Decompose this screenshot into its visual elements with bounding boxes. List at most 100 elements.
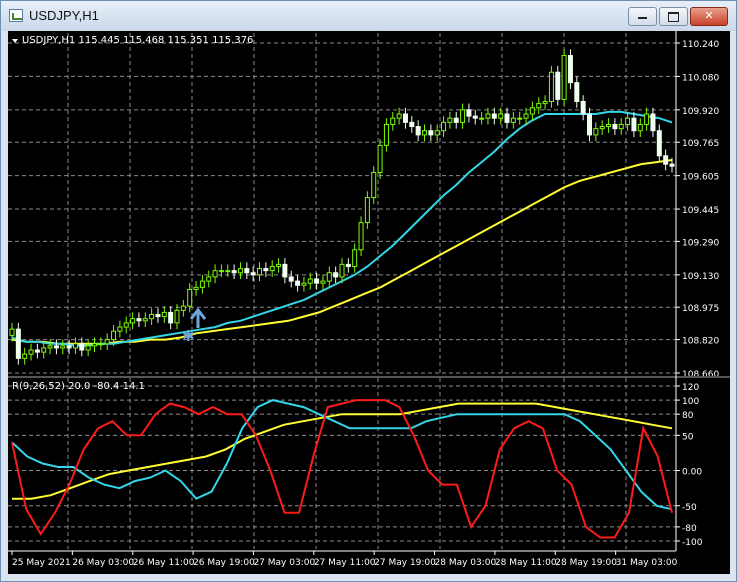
minimize-icon: [638, 17, 647, 19]
candle-body: [326, 272, 332, 282]
price-tick-label: 109.605: [682, 173, 719, 183]
candle-body: [466, 109, 472, 117]
maximize-icon: [668, 12, 679, 22]
window-title: USDJPY,H1: [29, 8, 99, 23]
time-tick-label: 26 May 03:00: [72, 558, 134, 568]
candle-body: [9, 328, 15, 336]
oscillator-lines: [11, 399, 673, 539]
candle-body: [415, 126, 421, 136]
indicator-info-label: R(9,26,52) 20.0 -80.4 14.1: [12, 381, 145, 392]
candle-body: [498, 113, 504, 119]
indicator-tick-label: -80: [682, 524, 697, 534]
buy-arrow-icon: [189, 307, 207, 328]
indicator-tick-label: 50: [682, 432, 694, 442]
symbol-info-label: USDJPY,H1 115.445 115.468 115.351 115.37…: [22, 35, 253, 46]
svg-text:✱: ✱: [182, 327, 195, 345]
candle-body: [117, 326, 123, 332]
candle-body: [244, 268, 250, 274]
candle-body: [168, 311, 174, 324]
chart-area[interactable]: 110.240 110.080 109.920 109.765 109.605 109.4…: [8, 31, 730, 574]
candle-body: [402, 113, 408, 123]
candle-body: [22, 353, 28, 359]
candle-body: [637, 123, 643, 132]
indicator-tick-label: -100: [682, 538, 703, 548]
candle-body: [644, 113, 650, 125]
candle-body: [333, 272, 339, 278]
candle-body: [263, 268, 269, 272]
candle-body: [345, 263, 351, 267]
candle-body: [599, 126, 605, 130]
time-tick-label: 28 May 11:00: [495, 558, 557, 568]
indicator-tick-label: 100: [682, 397, 699, 407]
candle-body: [548, 71, 554, 102]
candle-body: [358, 222, 364, 251]
candle-body: [479, 117, 485, 120]
candle-body: [371, 171, 377, 199]
candle-body: [618, 123, 624, 130]
candle-body: [422, 130, 427, 136]
candle-body: [612, 123, 618, 130]
candle-body: [60, 345, 66, 349]
candle-body: [663, 155, 669, 165]
chart-window: USDJPY,H1 ✕ 110.240 110.080 109.920 109.765…: [0, 0, 737, 582]
time-tick-label: 28 May 03:00: [435, 558, 497, 568]
candle-body: [383, 123, 389, 146]
candle-body: [529, 107, 535, 115]
candle-body: [187, 288, 193, 307]
candle-body: [28, 349, 34, 355]
candle-body: [149, 314, 155, 320]
candle-body: [218, 270, 224, 273]
candle-body: [15, 328, 21, 359]
candle-body: [472, 115, 478, 119]
candle-body: [212, 270, 218, 278]
collapse-triangle-icon[interactable]: [12, 39, 18, 43]
candle-body: [295, 280, 301, 286]
candle-body: [231, 270, 237, 274]
close-button[interactable]: ✕: [690, 7, 728, 26]
indicator-tick-label: 0.00: [682, 468, 702, 478]
candle-body: [180, 305, 186, 311]
candle-body: [47, 345, 53, 349]
candle-body: [606, 123, 612, 128]
candle-body: [53, 345, 59, 349]
title-bar[interactable]: USDJPY,H1 ✕: [1, 1, 736, 31]
time-tick-label: 28 May 19:00: [555, 558, 617, 568]
candle-body: [364, 197, 370, 224]
candle-body: [320, 280, 326, 284]
price-tick-label: 108.820: [682, 337, 719, 347]
candle-body: [453, 117, 459, 123]
indicator-tick-label: 120: [682, 383, 699, 393]
price-tick-label: 110.240: [682, 40, 719, 50]
candle-body: [460, 109, 466, 123]
candle-body: [650, 113, 656, 132]
candle-body: [555, 71, 561, 100]
candle-body: [92, 343, 97, 347]
candle-body: [155, 314, 161, 318]
chart-canvas[interactable]: 110.240 110.080 109.920 109.765 109.605 109.4…: [8, 31, 730, 574]
candle-body: [339, 263, 345, 278]
candle-body: [428, 130, 434, 136]
candle-body: [587, 113, 592, 136]
candle-body: [257, 268, 262, 276]
price-tick-label: 108.975: [682, 304, 719, 314]
candle-body: [510, 117, 516, 123]
moving-average-lines: [11, 110, 673, 347]
candlestick-series: [9, 49, 675, 365]
candle-body: [72, 343, 78, 349]
candle-body: [314, 278, 320, 284]
time-axis: 25 May 2021 26 May 03:0026 May 11:0026 Ma…: [8, 550, 678, 568]
minimize-button[interactable]: [628, 7, 657, 26]
candle-body: [441, 121, 447, 132]
maximize-button[interactable]: [659, 7, 688, 26]
candle-body: [567, 55, 573, 84]
price-tick-label: 109.445: [682, 206, 719, 216]
time-tick-label: 27 May 03:00: [253, 558, 315, 568]
candle-body: [593, 128, 599, 136]
candle-body: [123, 322, 129, 328]
candle-body: [409, 121, 415, 128]
candle-body: [523, 113, 529, 119]
candle-body: [199, 280, 205, 288]
candle-body: [142, 318, 148, 322]
candle-body: [98, 343, 104, 346]
candle-body: [206, 276, 212, 282]
